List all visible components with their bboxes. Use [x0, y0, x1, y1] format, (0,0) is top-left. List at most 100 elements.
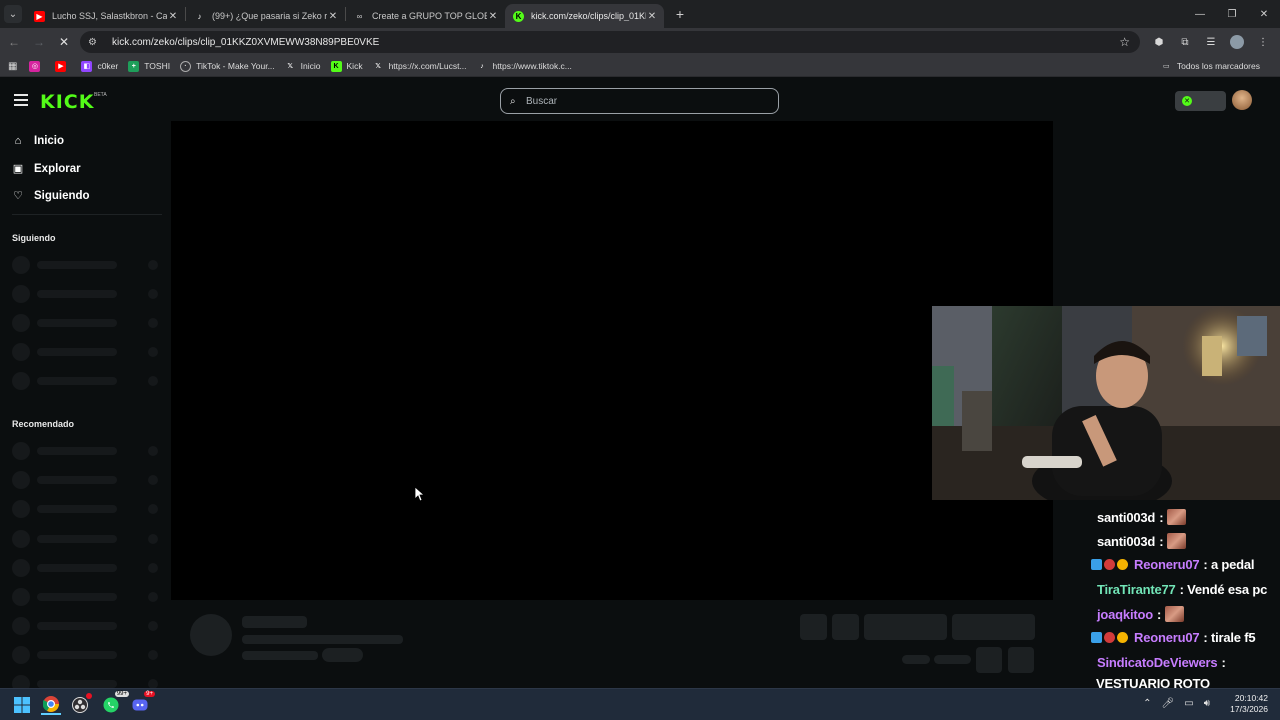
tab-youtube[interactable]: ▶ Lucho SSJ, Salastkbron - Catara ✕	[26, 4, 185, 28]
instagram-icon: ◎	[29, 60, 41, 72]
compass-icon: ▣	[12, 163, 24, 175]
bookmark-instagram[interactable]: ◎	[29, 60, 45, 72]
channel-skeleton	[12, 342, 160, 361]
heart-icon: ♡	[13, 190, 23, 202]
discord-icon[interactable]: 9+	[130, 691, 155, 715]
extensions-puzzle-icon[interactable]: ⧉	[1174, 31, 1196, 53]
channel-skeleton	[12, 529, 160, 548]
bookmark-x-inicio[interactable]: 𝕏 Inicio	[285, 61, 320, 72]
sub-badge-icon	[1117, 632, 1128, 643]
webcam-image	[932, 306, 1280, 500]
extension-icon[interactable]: ⬢	[1148, 31, 1170, 53]
user-badges	[1091, 559, 1130, 570]
close-icon[interactable]: ✕	[327, 11, 339, 22]
search-placeholder: Buscar	[526, 95, 558, 107]
chat-message: Reoneru07: tirale f5	[1091, 630, 1256, 645]
search-input[interactable]: ⌕ Buscar	[500, 88, 779, 114]
clock-time: 20:10:42	[1234, 693, 1268, 703]
chat-message: santi003d:	[1097, 533, 1187, 549]
beta-badge: BETA	[94, 92, 107, 98]
sidebar-item-siguiendo[interactable]: ♡ Siguiendo	[12, 189, 90, 203]
shield-icon	[1104, 559, 1115, 570]
bookmark-tiktok-url[interactable]: ♪ https://www.tiktok.c...	[477, 61, 572, 72]
discord-badge: 9+	[144, 691, 155, 697]
sub-badge-icon	[1117, 559, 1128, 570]
kick-status-button[interactable]: ✕	[1175, 91, 1226, 111]
tab-title: (99+) ¿Que pasaria si Zeko respo	[212, 11, 327, 21]
home-icon: ⌂	[14, 135, 22, 147]
tiktok-icon: ♪	[197, 11, 202, 21]
bookmark-kick[interactable]: K Kick	[330, 60, 363, 72]
chevron-up-icon[interactable]: ⌃	[1143, 698, 1151, 709]
bookmark-star-icon[interactable]: ☆	[1119, 35, 1130, 49]
hamburger-menu-icon[interactable]	[14, 94, 28, 106]
chrome-icon[interactable]	[41, 695, 61, 715]
menu-dots-icon[interactable]: ⋮	[1252, 31, 1274, 53]
microphone-icon[interactable]: 🎤︎	[1162, 698, 1175, 709]
youtube-icon: ▶	[34, 10, 45, 22]
close-icon[interactable]: ✕	[646, 11, 658, 22]
tab-title: Lucho SSJ, Salastkbron - Catara	[52, 11, 167, 21]
stop-icon[interactable]: ✕	[53, 31, 75, 53]
emote-icon	[1165, 606, 1185, 622]
forward-icon[interactable]: →	[28, 31, 50, 53]
kick-icon: K	[513, 10, 524, 22]
tab-title: kick.com/zeko/clips/clip_01KKZ	[531, 11, 646, 21]
search-icon: ⌕	[510, 95, 516, 107]
folder-icon: ▭	[1163, 62, 1170, 70]
volume-icon[interactable]: 🔊︎	[1204, 698, 1210, 709]
obs-icon[interactable]	[70, 693, 92, 715]
tab-search-button[interactable]: ⌄	[4, 5, 22, 23]
restore-icon[interactable]: ❐	[1216, 0, 1248, 28]
x-icon: 𝕏	[375, 63, 381, 70]
window-controls: — ❐ ✕	[1184, 0, 1280, 28]
all-bookmarks[interactable]: ▭ Todos los marcadores	[1161, 60, 1260, 71]
channel-skeleton	[12, 616, 160, 635]
site-info-icon[interactable]: ⚙	[88, 37, 102, 48]
bookmark-c0ker[interactable]: ◧ c0ker	[81, 60, 118, 72]
address-bar[interactable]: ⚙ kick.com/zeko/clips/clip_01KKZ0XVMEWW3…	[80, 31, 1140, 53]
tab-tiktok[interactable]: ♪ (99+) ¿Que pasaria si Zeko respo ✕	[186, 4, 345, 28]
sidebar-item-inicio[interactable]: ⌂ Inicio	[12, 135, 64, 147]
taskbar-clock[interactable]: 20:10:42 17/3/2026	[1230, 693, 1268, 715]
sidebar-divider	[12, 214, 162, 215]
section-siguiendo: Siguiendo	[12, 233, 56, 243]
windows-start-icon[interactable]	[12, 695, 32, 715]
tab-kick[interactable]: K kick.com/zeko/clips/clip_01KKZ ✕	[505, 4, 664, 28]
system-tray: ⌃ 🎤︎ ▭ 🔊︎	[1143, 698, 1210, 709]
bookmark-tiktok-make[interactable]: · TikTok - Make Your...	[180, 60, 275, 72]
windows-taskbar: 99+ 9+ ⌃ 🎤︎ ▭ 🔊︎ 20:10:42 17/3/2026	[0, 688, 1280, 720]
sidebar-item-explorar[interactable]: ▣ Explorar	[12, 162, 81, 176]
kick-logo[interactable]: KICK	[40, 91, 94, 113]
whatsapp-badge: 99+	[114, 691, 129, 697]
tab-title: Create a GRUPO TOP GLOBALE	[372, 11, 487, 21]
bookmark-toshi[interactable]: + TOSHI	[128, 60, 170, 72]
kick-icon: ✕	[1182, 96, 1192, 106]
close-window-icon[interactable]: ✕	[1248, 0, 1280, 28]
channel-skeleton	[12, 587, 160, 606]
close-icon[interactable]: ✕	[167, 11, 179, 22]
bookmark-youtube[interactable]: ▶	[55, 60, 71, 72]
chat-message: TiraTirante77: Vendé esa pc	[1097, 582, 1268, 597]
pickaxe-icon	[1091, 559, 1102, 570]
bookmark-x-lucst[interactable]: 𝕏https://x.com/Lucst...	[373, 61, 466, 72]
new-tab-button[interactable]: +	[670, 6, 690, 22]
back-icon[interactable]: ←	[3, 31, 25, 53]
user-avatar[interactable]	[1232, 90, 1252, 110]
plus-icon: +	[128, 60, 140, 72]
reading-list-icon[interactable]: ☰	[1200, 31, 1222, 53]
section-recomendado: Recomendado	[12, 419, 75, 429]
chat-message: SindicatoDeViewers:	[1097, 655, 1226, 670]
network-icon[interactable]: ▭	[1184, 698, 1193, 709]
close-icon[interactable]: ✕	[487, 11, 499, 22]
whatsapp-icon[interactable]: 99+	[101, 691, 129, 715]
channel-skeleton	[12, 558, 160, 577]
chat-message: joaqkitoo:	[1097, 606, 1185, 622]
apps-grid-icon[interactable]: ▦	[8, 61, 17, 72]
url-text: kick.com/zeko/clips/clip_01KKZ0XVMEWW38N…	[112, 36, 380, 48]
video-player[interactable]	[171, 121, 1053, 600]
profile-avatar-icon[interactable]	[1226, 31, 1248, 53]
tab-grupo[interactable]: ∞ Create a GRUPO TOP GLOBALE ✕	[346, 4, 505, 28]
shield-icon	[1104, 632, 1115, 643]
minimize-icon[interactable]: —	[1184, 0, 1216, 28]
